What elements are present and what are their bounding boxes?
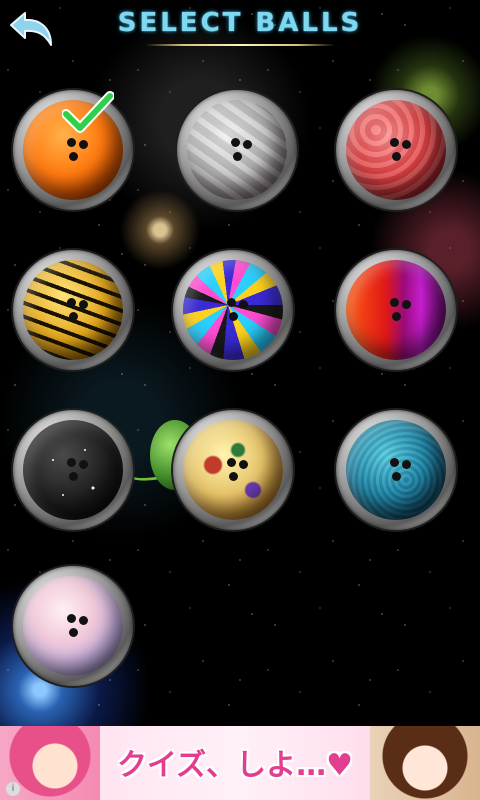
ad-text: クイズ、しよ…♥	[117, 748, 353, 783]
ball-teal	[346, 420, 446, 520]
ball-silver	[187, 100, 287, 200]
info-icon[interactable]: i	[6, 782, 20, 796]
ball-option-red[interactable]	[336, 90, 456, 210]
ball-option-orange[interactable]	[13, 90, 133, 210]
ball-option-swirl[interactable]	[173, 250, 293, 370]
ad-character-right	[370, 726, 480, 800]
ball-tiger	[23, 260, 123, 360]
ad-banner[interactable]: クイズ、しよ…♥ i	[0, 726, 480, 800]
ball-option-teal[interactable]	[336, 410, 456, 530]
title-underline	[145, 44, 335, 46]
ball-pastel	[23, 576, 123, 676]
ball-red-purple	[346, 260, 446, 360]
ball-option-pastel[interactable]	[13, 566, 133, 686]
ball-option-floral[interactable]	[173, 410, 293, 530]
ball-sparkle	[23, 420, 123, 520]
ball-option-silver[interactable]	[177, 90, 297, 210]
ball-swirl	[183, 260, 283, 360]
ball-option-sparkle[interactable]	[13, 410, 133, 530]
ball-option-red-purple[interactable]	[336, 250, 456, 370]
ball-red	[346, 100, 446, 200]
ball-orange	[23, 100, 123, 200]
page-title: SELECT BALLS	[117, 8, 363, 38]
ball-option-tiger[interactable]	[13, 250, 133, 370]
ball-floral	[183, 420, 283, 520]
